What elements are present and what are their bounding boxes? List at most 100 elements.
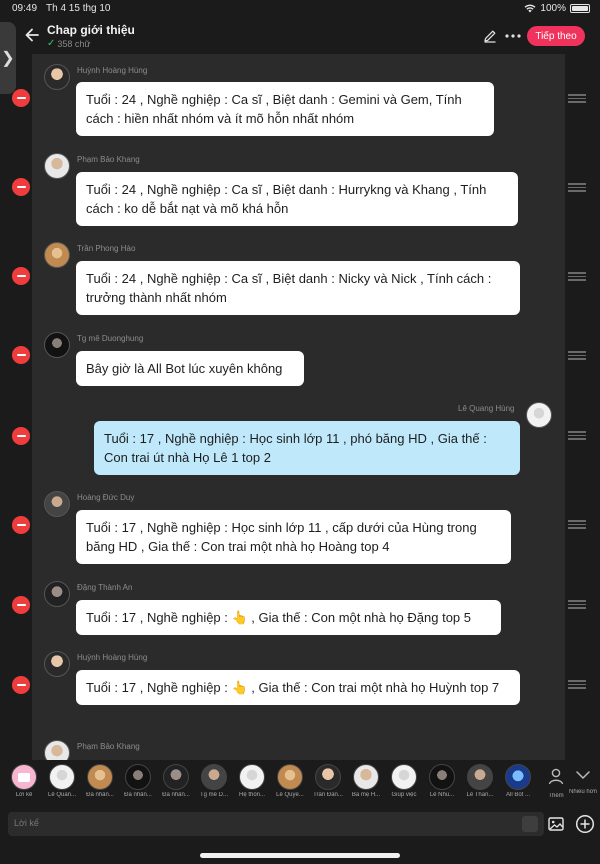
character-name: Hệ thốn... xyxy=(238,792,265,798)
message-bubble[interactable]: Tuổi : 17 , Nghề nghiệp : Học sinh lớp 1… xyxy=(94,421,520,475)
character-item[interactable]: Đa nhân... xyxy=(119,764,157,798)
avatar xyxy=(44,581,70,607)
status-right: 100% xyxy=(524,3,590,14)
character-name: All Bot ... xyxy=(505,792,530,798)
character-item[interactable]: Đa nhân... xyxy=(157,764,195,798)
character-item[interactable]: All Bot ... xyxy=(499,764,537,798)
side-drawer-toggle[interactable]: ❯ xyxy=(0,22,16,94)
character-item[interactable]: Giúp việc xyxy=(385,764,423,798)
check-icon: ✓ xyxy=(47,38,56,49)
avatar xyxy=(526,402,552,428)
status-bar: 09:49 Th 4 15 thg 10 100% xyxy=(0,0,600,18)
sender-name: Trần Phong Hào xyxy=(77,244,136,253)
input-placeholder: Lời kể xyxy=(14,818,39,828)
expand-button[interactable]: Nhiều hơn xyxy=(566,764,600,796)
bottom-bar: Lời kể Lê Quan... Đa nhân... Đa nhân... … xyxy=(0,760,600,864)
remove-message-button[interactable] xyxy=(12,267,30,285)
character-name: Lê Nhu... xyxy=(429,792,455,798)
plus-icon[interactable] xyxy=(575,814,595,834)
character-narrator[interactable]: Lời kể xyxy=(5,764,43,798)
reorder-rail xyxy=(565,54,600,760)
drag-handle-icon[interactable] xyxy=(568,520,586,529)
status-date: Th 4 15 thg 10 xyxy=(46,3,111,14)
character-name: Đa nhân... xyxy=(124,792,152,798)
remove-message-button[interactable] xyxy=(12,89,30,107)
avatar xyxy=(239,764,265,790)
avatar xyxy=(391,764,417,790)
sender-name: Huỳnh Hoàng Hùng xyxy=(77,653,148,662)
input-toggle[interactable] xyxy=(522,816,538,832)
remove-message-button[interactable] xyxy=(12,676,30,694)
message-input[interactable]: Lời kể xyxy=(8,812,544,836)
avatar xyxy=(44,64,70,90)
character-item[interactable]: Lê Than... xyxy=(461,764,499,798)
back-arrow-icon[interactable] xyxy=(22,25,42,45)
avatar xyxy=(429,764,455,790)
character-name: Đa nhân... xyxy=(162,792,190,798)
character-item[interactable]: Lê Quan... xyxy=(43,764,81,798)
avatar xyxy=(467,764,493,790)
character-name: Đa nhân... xyxy=(86,792,114,798)
drag-handle-icon[interactable] xyxy=(568,680,586,689)
drag-handle-icon[interactable] xyxy=(568,272,586,281)
more-icon[interactable] xyxy=(504,28,522,44)
wifi-icon xyxy=(524,4,536,13)
remove-message-button[interactable] xyxy=(12,346,30,364)
chevron-down-icon xyxy=(576,771,590,780)
character-name: Lê Than... xyxy=(466,792,494,798)
message-bubble[interactable]: Bây giờ là All Bot lúc xuyên không xyxy=(76,351,304,386)
message-bubble[interactable]: Tuổi : 24 , Nghề nghiệp : Ca sĩ , Biệt d… xyxy=(76,82,494,136)
remove-message-button[interactable] xyxy=(12,427,30,445)
avatar xyxy=(163,764,189,790)
character-name: Giúp việc xyxy=(391,792,417,798)
battery-fill xyxy=(572,6,588,11)
character-item[interactable]: Tg mê D... xyxy=(195,764,233,798)
avatar xyxy=(353,764,379,790)
avatar xyxy=(277,764,303,790)
message-bubble[interactable]: Tuổi : 17 , Nghề nghiệp : Học sinh lớp 1… xyxy=(76,510,511,564)
message-bubble[interactable]: Tuổi : 17 , Nghề nghiệp : 👆 , Gia thế : … xyxy=(76,670,520,705)
avatar xyxy=(505,764,531,790)
word-count: ✓ 358 chữ xyxy=(47,38,90,49)
character-item[interactable]: Lê Quyề... xyxy=(271,764,309,798)
avatar xyxy=(44,491,70,517)
drag-handle-icon[interactable] xyxy=(568,600,586,609)
character-item[interactable]: Trần Đăn... xyxy=(309,764,347,798)
remove-message-button[interactable] xyxy=(12,178,30,196)
drag-handle-icon[interactable] xyxy=(568,183,586,192)
narrator-icon xyxy=(11,764,37,790)
battery-percent: 100% xyxy=(540,3,566,14)
character-item[interactable]: Hệ thốn... xyxy=(233,764,271,798)
battery-icon xyxy=(570,4,590,13)
drag-handle-icon[interactable] xyxy=(568,431,586,440)
avatar xyxy=(44,651,70,677)
character-name: Lê Quyề... xyxy=(276,792,304,798)
remove-message-button[interactable] xyxy=(12,516,30,534)
sender-name: Lê Quang Hùng xyxy=(458,404,515,413)
word-count-text: 358 chữ xyxy=(57,38,91,49)
avatar xyxy=(49,764,75,790)
character-name: Trần Đăn... xyxy=(313,792,343,798)
image-icon[interactable] xyxy=(547,815,565,833)
character-strip: Lời kể Lê Quan... Đa nhân... Đa nhân... … xyxy=(0,764,600,804)
message-bubble[interactable]: Tuổi : 24 , Nghề nghiệp : Ca sĩ , Biệt d… xyxy=(76,172,518,226)
message-bubble[interactable]: Tuổi : 17 , Nghề nghiệp : 👆 , Gia thế : … xyxy=(76,600,501,635)
person-icon xyxy=(548,768,564,785)
status-time: 09:49 xyxy=(12,3,38,14)
character-item[interactable]: Lê Nhu... xyxy=(423,764,461,798)
pencil-icon[interactable] xyxy=(482,28,498,44)
header: Chap giới thiệu ✓ 358 chữ Tiếp theo xyxy=(0,18,600,54)
next-button[interactable]: Tiếp theo xyxy=(527,26,585,46)
drag-handle-icon[interactable] xyxy=(568,94,586,103)
character-item[interactable]: Ba mẹ H... xyxy=(347,764,385,798)
sender-name: Đặng Thành An xyxy=(77,583,133,592)
character-item[interactable]: Đa nhân... xyxy=(81,764,119,798)
message-bubble[interactable]: Tuổi : 24 , Nghề nghiệp : Ca sĩ , Biệt d… xyxy=(76,261,520,315)
character-name: Lời kể xyxy=(15,792,33,798)
avatar xyxy=(315,764,341,790)
avatar xyxy=(201,764,227,790)
remove-message-button[interactable] xyxy=(12,596,30,614)
sender-name: Phạm Bảo Khang xyxy=(77,155,140,164)
sender-name: Hoàng Đức Duy xyxy=(77,493,135,502)
drag-handle-icon[interactable] xyxy=(568,351,586,360)
